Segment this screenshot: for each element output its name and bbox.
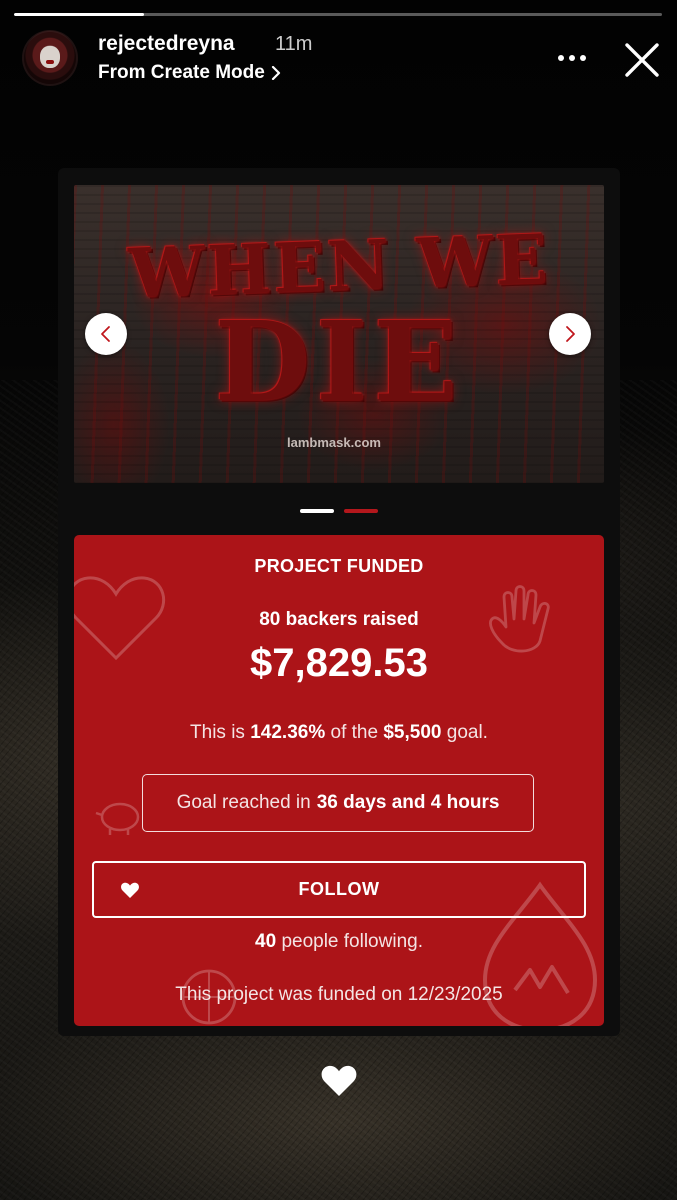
- chevron-right-icon: [271, 66, 280, 80]
- chevron-right-icon: [566, 326, 575, 342]
- story-progress-bar: [14, 13, 662, 16]
- funded-status-label: PROJECT FUNDED: [254, 556, 424, 576]
- funded-panel: PROJECT FUNDED 80 backers raised $7,829.…: [74, 535, 604, 1026]
- source-link[interactable]: From Create Mode: [98, 62, 281, 84]
- more-options-icon[interactable]: [556, 48, 588, 68]
- post-time: 11m: [275, 33, 313, 55]
- source-label: From Create Mode: [98, 62, 265, 83]
- followers-line: 40 people following.: [74, 931, 604, 953]
- funded-date: This project was funded on 12/23/2025: [175, 984, 503, 1005]
- carousel-dot[interactable]: [344, 509, 378, 513]
- like-heart-icon[interactable]: [320, 1062, 358, 1098]
- goal-percent: 142.36%: [250, 722, 326, 743]
- goal-reached-duration: 36 days and 4 hours: [316, 792, 500, 813]
- carousel-next-button[interactable]: [549, 313, 591, 355]
- followers-count: 40: [255, 931, 277, 952]
- carousel-dot-active[interactable]: [300, 509, 334, 513]
- goal-middle: of the: [330, 722, 379, 743]
- follow-button[interactable]: FOLLOW: [92, 861, 586, 918]
- carousel-indicator: [300, 509, 378, 513]
- chevron-left-icon: [101, 326, 110, 342]
- story-progress-fill: [14, 13, 144, 16]
- project-image: WHEN WE DIE lambmask.com: [74, 185, 604, 483]
- goal-reached-box: Goal reached in 36 days and 4 hours: [142, 774, 534, 832]
- amount-raised: $7,829.53: [250, 641, 428, 685]
- goal-suffix: goal.: [446, 722, 488, 743]
- goal-reached-prefix: Goal reached in: [176, 792, 311, 813]
- carousel-prev-button[interactable]: [85, 313, 127, 355]
- follow-label: FOLLOW: [298, 879, 380, 899]
- avatar[interactable]: [22, 30, 78, 86]
- piggy-bank-icon: [95, 802, 140, 835]
- username[interactable]: rejectedreyna: [98, 32, 235, 56]
- hero-title-line2: DIE: [214, 297, 464, 426]
- avatar-mouth: [46, 60, 54, 64]
- backers-text: 80 backers raised: [259, 609, 419, 630]
- avatar-mask: [40, 46, 60, 68]
- heart-icon: [121, 882, 139, 898]
- goal-amount: $5,500: [383, 722, 442, 743]
- goal-prefix: This is: [190, 722, 245, 743]
- hero-url: lambmask.com: [287, 435, 381, 450]
- close-icon[interactable]: [622, 40, 662, 80]
- goal-percentage-line: This is 142.36% of the $5,500 goal.: [74, 722, 604, 744]
- followers-suffix: people following.: [281, 931, 423, 952]
